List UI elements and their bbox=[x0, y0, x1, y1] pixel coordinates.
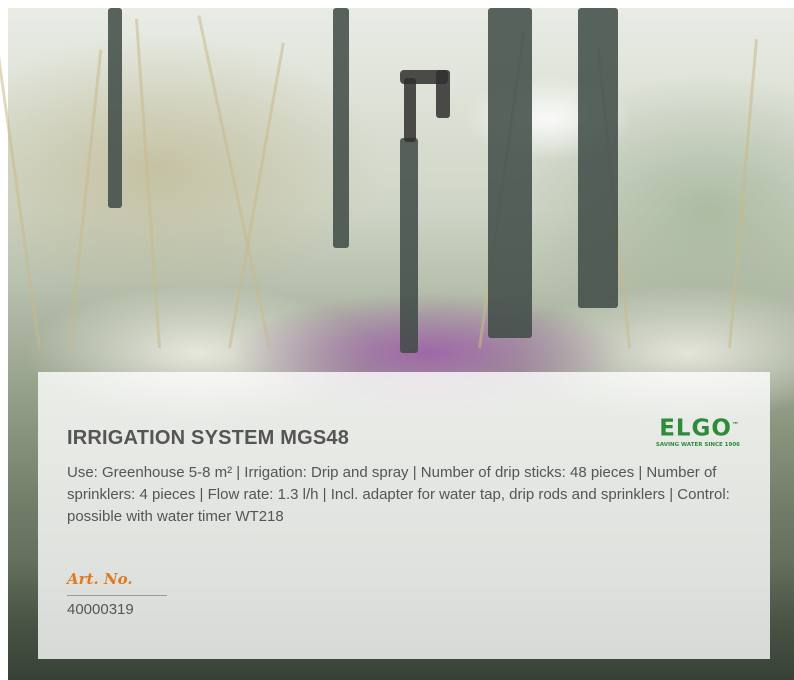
article-number-label: Art. No. bbox=[67, 570, 133, 588]
product-sheet: ELGO™ SAVING WATER SINCE 1906 IRRIGATION… bbox=[0, 0, 794, 680]
divider bbox=[67, 595, 167, 596]
product-title: IRRIGATION SYSTEM MGS48 bbox=[67, 427, 350, 449]
article-number: 40000319 bbox=[67, 601, 134, 618]
elgo-logo: ELGO™ SAVING WATER SINCE 1906 bbox=[640, 413, 740, 448]
product-info-card: ELGO™ SAVING WATER SINCE 1906 IRRIGATION… bbox=[38, 372, 770, 659]
product-description: Use: Greenhouse 5-8 m² | Irrigation: Dri… bbox=[67, 464, 730, 525]
logo-tagline: SAVING WATER SINCE 1906 bbox=[655, 441, 740, 448]
logo-wordmark: ELGO™ bbox=[659, 415, 740, 442]
